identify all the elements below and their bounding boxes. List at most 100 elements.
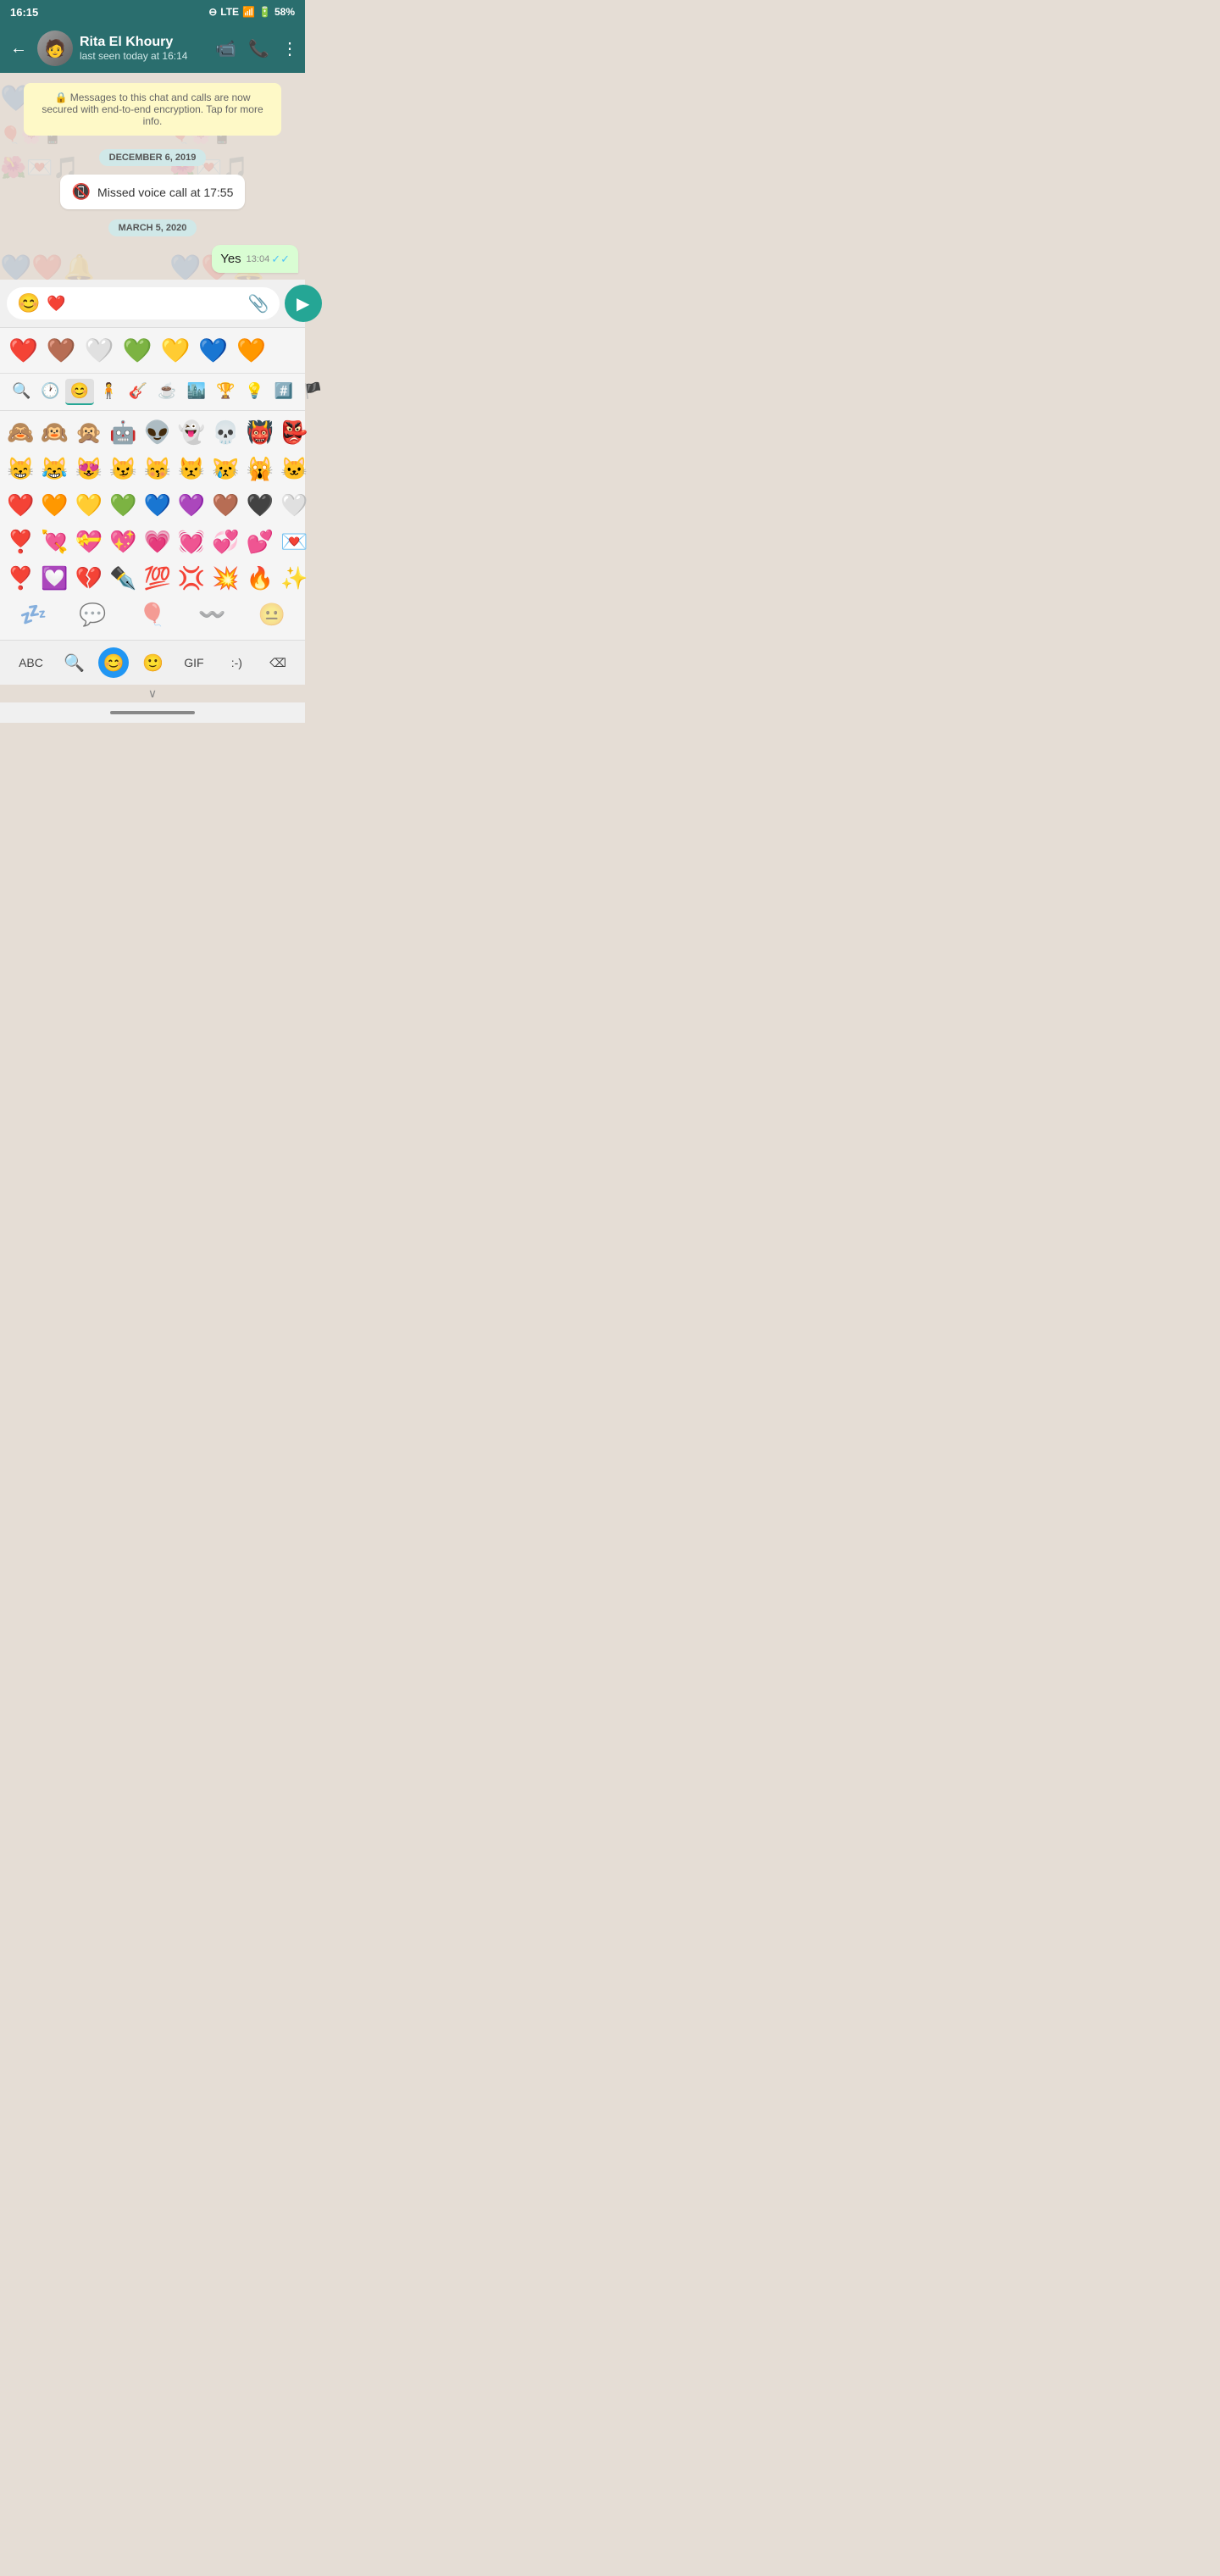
emoji-gift-heart[interactable]: 💝 <box>72 525 106 558</box>
emoji-cat-travel[interactable]: 🏙️ <box>182 379 211 405</box>
emoji-fire[interactable]: 🔥 <box>243 562 277 595</box>
emoji-black-heart[interactable]: 🖤 <box>243 489 277 522</box>
contact-status: last seen today at 16:14 <box>80 50 208 62</box>
emoji-purple-heart[interactable]: 💜 <box>175 489 208 522</box>
emoji-pink-heart[interactable]: 💗 <box>141 525 175 558</box>
emoji-cat-joy[interactable]: 😹 <box>37 452 71 486</box>
emoji-meh[interactable]: 😐 <box>255 598 289 631</box>
heart-brown[interactable]: 🤎 <box>43 335 80 366</box>
emoji-red-heart[interactable]: ❤️ <box>3 489 37 522</box>
emoji-zzz[interactable]: 💤 <box>16 598 50 631</box>
emoji-see-no-evil[interactable]: 🙈 <box>3 416 37 449</box>
memoji-button[interactable]: 🙂 <box>142 652 164 674</box>
heart-green[interactable]: 💚 <box>119 335 156 366</box>
emoji-heart-decoration[interactable]: ❣️ <box>3 562 37 595</box>
emoji-cat-food[interactable]: ☕ <box>152 379 181 405</box>
message-input-box: 😊 ❤️ 📎 <box>7 287 280 319</box>
emoji-green-heart[interactable]: 💚 <box>106 489 140 522</box>
emoji-cat-flags[interactable]: 🏴 <box>298 379 327 405</box>
emoji-cat-face[interactable]: 🐱 <box>277 452 311 486</box>
emoji-broken-heart[interactable]: 💔 <box>72 562 106 595</box>
emoji-cat-scream[interactable]: 🙀 <box>243 452 277 486</box>
emoji-wave[interactable]: 〰️ <box>195 598 229 631</box>
missed-call-icon: 📵 <box>72 183 91 201</box>
emoji-cat-numbers[interactable]: #️⃣ <box>269 379 298 405</box>
emoji-cat-symbols[interactable]: 💡 <box>240 379 269 405</box>
emoji-pen[interactable]: ✒️ <box>106 562 140 595</box>
emoji-button[interactable]: 😊 <box>17 292 40 314</box>
emoji-cat-cry[interactable]: 😿 <box>208 452 242 486</box>
heart-white[interactable]: 🤍 <box>81 335 118 366</box>
video-call-button[interactable]: 📹 <box>215 38 236 59</box>
emoji-100[interactable]: 💯 <box>141 562 175 595</box>
emoji-cupid[interactable]: 💘 <box>37 525 71 558</box>
emoji-revolving-hearts[interactable]: 💞 <box>208 525 242 558</box>
emoji-cat-heart[interactable]: 😻 <box>72 452 106 486</box>
emoji-alien[interactable]: 👽 <box>141 416 175 449</box>
emoji-love-letter[interactable]: 💌 <box>277 525 311 558</box>
attach-button[interactable]: 📎 <box>248 293 269 314</box>
delete-button[interactable]: ⌫ <box>263 652 293 674</box>
emoji-orange-heart[interactable]: 🧡 <box>37 489 71 522</box>
emoji-anger[interactable]: 💢 <box>175 562 208 595</box>
emoji-hear-no-evil[interactable]: 🙉 <box>37 416 71 449</box>
emoji-sparkle-heart[interactable]: 💖 <box>106 525 140 558</box>
emoji-beating-heart[interactable]: 💓 <box>175 525 208 558</box>
heart-red[interactable]: ❤️ <box>5 335 42 366</box>
emoji-cat-recent[interactable]: 🕐 <box>36 379 64 405</box>
battery-icon: 🔋 <box>258 6 271 18</box>
back-button[interactable]: ← <box>7 36 30 62</box>
emoji-sparkles[interactable]: ✨ <box>277 562 311 595</box>
emoji-ghost[interactable]: 👻 <box>175 416 208 449</box>
emoji-speak-no-evil[interactable]: 🙊 <box>72 416 106 449</box>
encryption-notice[interactable]: 🔒 Messages to this chat and calls are no… <box>24 83 281 136</box>
lte-label: LTE <box>220 6 239 18</box>
battery-percent: 58% <box>274 6 295 18</box>
signal-icon: 📶 <box>242 6 255 18</box>
emoji-brown-heart[interactable]: 🤎 <box>208 489 242 522</box>
emoticons-button[interactable]: :-) <box>225 652 249 673</box>
sticker-search-button[interactable]: 🔍 <box>64 652 85 674</box>
emoji-white-heart[interactable]: 🤍 <box>277 489 311 522</box>
emoji-bubble[interactable]: 💬 <box>75 598 109 631</box>
more-options-button[interactable]: ⋮ <box>281 38 298 59</box>
input-emoji-value: ❤️ <box>47 295 65 313</box>
emoji-balloon[interactable]: 🎈 <box>136 598 169 631</box>
emoji-cat-people[interactable]: 🧍 <box>94 379 123 405</box>
message-input[interactable] <box>73 297 241 311</box>
chat-area: 🔒 Messages to this chat and calls are no… <box>0 73 305 280</box>
emoji-row-3-hearts: ❤️ 🧡 💛 💚 💙 💜 🤎 🖤 🤍 <box>3 489 302 522</box>
message-yes: Yes 13:04 ✓✓ <box>212 245 298 273</box>
emoji-heart-box[interactable]: 💟 <box>37 562 71 595</box>
emoji-goblin[interactable]: 👺 <box>277 416 311 449</box>
voice-call-button[interactable]: 📞 <box>248 38 269 59</box>
abc-button[interactable]: ABC <box>12 652 50 673</box>
send-button[interactable]: ▶ <box>285 285 322 322</box>
emoji-cat-smileys[interactable]: 😊 <box>65 379 94 405</box>
emoji-ogre[interactable]: 👹 <box>243 416 277 449</box>
emoji-yellow-heart[interactable]: 💛 <box>72 489 106 522</box>
emoji-cat-grin[interactable]: 😸 <box>3 452 37 486</box>
emoji-heart-exclamation[interactable]: ❣️ <box>3 525 37 558</box>
expand-button[interactable]: ∨ <box>0 685 305 702</box>
contact-info[interactable]: Rita El Khoury last seen today at 16:14 <box>80 35 208 62</box>
emoji-robot[interactable]: 🤖 <box>106 416 140 449</box>
do-not-disturb-icon: ⊖ <box>208 6 217 18</box>
heart-orange[interactable]: 🧡 <box>233 335 269 366</box>
emoji-two-hearts[interactable]: 💕 <box>243 525 277 558</box>
emoji-cat-pout[interactable]: 😾 <box>175 452 208 486</box>
emoji-keyboard-button[interactable]: 😊 <box>98 647 129 678</box>
emoji-skull[interactable]: 💀 <box>208 416 242 449</box>
keyboard-bottom-bar: ABC 🔍 😊 🙂 GIF :-) ⌫ <box>0 640 305 685</box>
emoji-cat-smirk[interactable]: 😼 <box>106 452 140 486</box>
emoji-collision[interactable]: 💥 <box>208 562 242 595</box>
heart-yellow[interactable]: 💛 <box>158 335 194 366</box>
emoji-cat-objects[interactable]: 🏆 <box>211 379 240 405</box>
gif-button[interactable]: GIF <box>177 652 210 673</box>
avatar[interactable]: 🧑 <box>37 31 73 66</box>
emoji-cat-kiss[interactable]: 😽 <box>141 452 175 486</box>
heart-blue[interactable]: 💙 <box>195 335 231 366</box>
emoji-blue-heart[interactable]: 💙 <box>141 489 175 522</box>
emoji-cat-activities[interactable]: 🎸 <box>124 379 152 405</box>
emoji-cat-search[interactable]: 🔍 <box>7 379 36 405</box>
